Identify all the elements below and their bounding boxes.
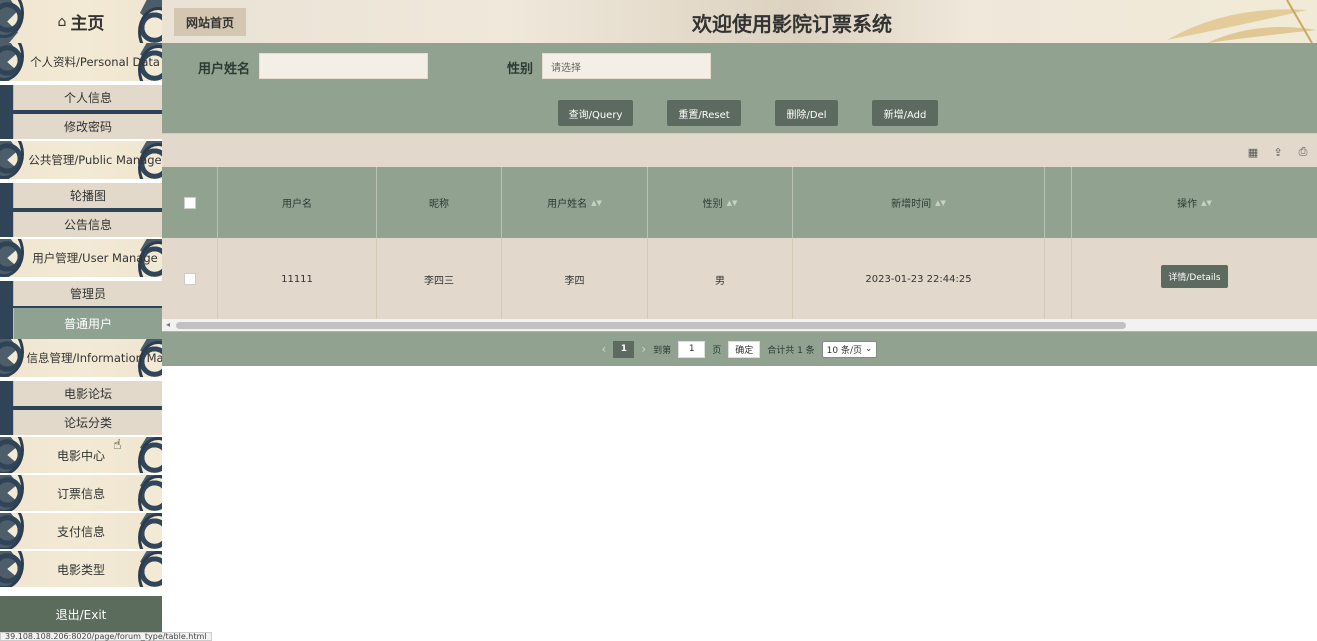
sort-icon: ▲▼ <box>1201 198 1212 207</box>
name-input[interactable] <box>259 53 428 79</box>
sidebar-item-change-password[interactable]: 修改密码 <box>13 114 162 139</box>
col-created[interactable]: 新增时间 ▲▼ <box>793 167 1045 238</box>
sidebar-group-info[interactable]: 信息管理/Information Ma <box>0 339 162 377</box>
col-label: 用户姓名 <box>547 199 588 210</box>
page-size-label: 10 条/页 <box>826 345 863 356</box>
cell-created: 2023-01-23 22:44:25 <box>793 238 1045 320</box>
columns-icon[interactable]: ▦ <box>1245 144 1261 160</box>
col-label: 昵称 <box>429 199 449 210</box>
table-toolbar: ▦ ⇪ ⎙ <box>162 133 1317 167</box>
table-header: 用户名 昵称 用户姓名 ▲▼ 性别 ▲▼ 新增时间 ▲▼ 操作 ▲▼ <box>162 167 1317 238</box>
sidebar-item-normal-users[interactable]: 普通用户 <box>13 308 162 339</box>
gender-label: 性别 <box>507 62 534 77</box>
delete-button[interactable]: 删除/Del <box>775 100 838 126</box>
single-label: 订票信息 <box>56 486 105 501</box>
cell-gender: 男 <box>648 238 793 320</box>
exit-button[interactable]: 退出/Exit <box>0 596 162 633</box>
sidebar: ⌂ 主页 个人资料/Personal Data 个人信息 修改密码 公共管理/P… <box>0 0 162 641</box>
col-label: 新增时间 <box>891 199 932 210</box>
page-title: 欢迎使用影院订票系统 <box>692 12 892 36</box>
col-realname[interactable]: 用户姓名 ▲▼ <box>502 167 648 238</box>
sidebar-item-movie-types[interactable]: 电影类型 <box>0 551 162 587</box>
query-button[interactable]: 查询/Query <box>558 100 633 126</box>
gender-select[interactable]: 请选择 <box>542 53 711 79</box>
col-nickname: 昵称 <box>377 167 502 238</box>
goto-suffix: 页 <box>712 345 722 356</box>
sidebar-item-announcements[interactable]: 公告信息 <box>13 212 162 237</box>
row-checkbox[interactable] <box>183 273 196 285</box>
export-icon[interactable]: ⇪ <box>1270 144 1286 160</box>
details-button[interactable]: 详情/Details <box>1161 265 1228 288</box>
col-empty <box>1045 167 1072 238</box>
table-row: 11111 李四三 李四 男 2023-01-23 22:44:25 详情/De… <box>162 238 1317 320</box>
submenu-user: 管理员 普通用户 <box>0 281 162 339</box>
group-label: 信息管理/Information Ma <box>26 351 162 365</box>
name-label: 用户姓名 <box>198 62 251 77</box>
col-gender[interactable]: 性别 ▲▼ <box>648 167 793 238</box>
select-all-checkbox[interactable] <box>183 196 196 209</box>
group-label: 个人资料/Personal Data <box>30 55 160 69</box>
goto-prefix: 到第 <box>653 345 672 356</box>
sidebar-group-public[interactable]: 公共管理/Public Manage <box>0 141 162 179</box>
sidebar-group-user[interactable]: 用户管理/User Manage <box>0 239 162 277</box>
sidebar-item-movie-center[interactable]: 电影中心 <box>0 437 162 473</box>
sort-icon: ▲▼ <box>726 198 738 207</box>
page-size-select[interactable]: 10 条/页 ⌄ <box>821 340 878 358</box>
cell-realname: 李四 <box>502 238 648 320</box>
sidebar-home-label: 主页 <box>70 14 105 34</box>
submenu-personal: 个人信息 修改密码 <box>0 85 162 139</box>
chevron-down-icon: ⌄ <box>864 344 873 354</box>
single-label: 电影中心 <box>56 448 105 463</box>
sidebar-home[interactable]: ⌂ 主页 <box>0 0 162 43</box>
cell-empty <box>1045 238 1072 320</box>
col-label: 操作 <box>1177 199 1198 210</box>
sidebar-item-personal-info[interactable]: 个人信息 <box>13 85 162 110</box>
current-page[interactable]: 1 <box>613 340 635 358</box>
sidebar-item-admins[interactable]: 管理员 <box>13 281 162 306</box>
home-icon: ⌂ <box>57 13 67 30</box>
group-label: 用户管理/User Manage <box>32 251 158 265</box>
horizontal-scrollbar[interactable]: ◂ <box>162 319 1317 331</box>
single-label: 支付信息 <box>56 524 105 539</box>
scrollbar-thumb[interactable] <box>176 322 1126 329</box>
print-icon[interactable]: ⎙ <box>1295 144 1311 160</box>
sidebar-item-tickets[interactable]: 订票信息 <box>0 475 162 511</box>
sort-icon: ▲▼ <box>591 198 602 207</box>
bamboo-leaf-decoration <box>1167 0 1317 43</box>
sidebar-group-personal[interactable]: 个人资料/Personal Data <box>0 43 162 81</box>
add-button[interactable]: 新增/Add <box>872 100 938 126</box>
col-action[interactable]: 操作 ▲▼ <box>1072 167 1317 238</box>
prev-page-icon[interactable]: ‹ <box>602 342 607 356</box>
next-page-icon[interactable]: › <box>641 342 646 356</box>
group-label: 公共管理/Public Manage <box>28 153 162 167</box>
col-label: 性别 <box>702 199 723 210</box>
goto-confirm-button[interactable]: 确定 <box>728 340 761 358</box>
select-all-cell <box>162 167 218 238</box>
sidebar-item-payments[interactable]: 支付信息 <box>0 513 162 549</box>
submenu-info: 电影论坛 论坛分类 <box>0 381 162 435</box>
cell-username: 11111 <box>218 238 377 320</box>
col-label: 用户名 <box>282 199 312 210</box>
reset-button[interactable]: 重置/Reset <box>667 100 741 126</box>
browser-status-bar: 39.108.108.206:8020/page/forum_type/tabl… <box>0 632 212 641</box>
submenu-public: 轮播图 公告信息 <box>0 183 162 237</box>
pagination: ‹ 1 › 到第 1 页 确定 合计共 1 条 10 条/页 ⌄ <box>162 331 1317 366</box>
sidebar-item-forum-category[interactable]: 论坛分类 <box>13 410 162 435</box>
top-header: 网站首页 欢迎使用影院订票系统 <box>162 0 1317 43</box>
hand-cursor-icon: ☝ <box>113 437 122 453</box>
single-label: 电影类型 <box>56 562 105 577</box>
sidebar-item-carousel[interactable]: 轮播图 <box>13 183 162 208</box>
data-table: 用户名 昵称 用户姓名 ▲▼ 性别 ▲▼ 新增时间 ▲▼ 操作 ▲▼ 11111 李四三… <box>162 167 1317 320</box>
sort-icon: ▲▼ <box>935 198 946 207</box>
col-username: 用户名 <box>218 167 377 238</box>
cell-nickname: 李四三 <box>377 238 502 320</box>
total-count: 合计共 1 条 <box>767 345 815 356</box>
search-panel: 用户姓名 性别 请选择 查询/Query 重置/Reset 删除/Del 新增/… <box>162 43 1317 133</box>
goto-page-input[interactable]: 1 <box>678 340 706 358</box>
row-select-cell <box>162 238 218 320</box>
scroll-left-icon[interactable]: ◂ <box>166 320 170 329</box>
sidebar-item-movie-forum[interactable]: 电影论坛 <box>13 381 162 406</box>
cell-action: 详情/Details <box>1072 238 1317 320</box>
